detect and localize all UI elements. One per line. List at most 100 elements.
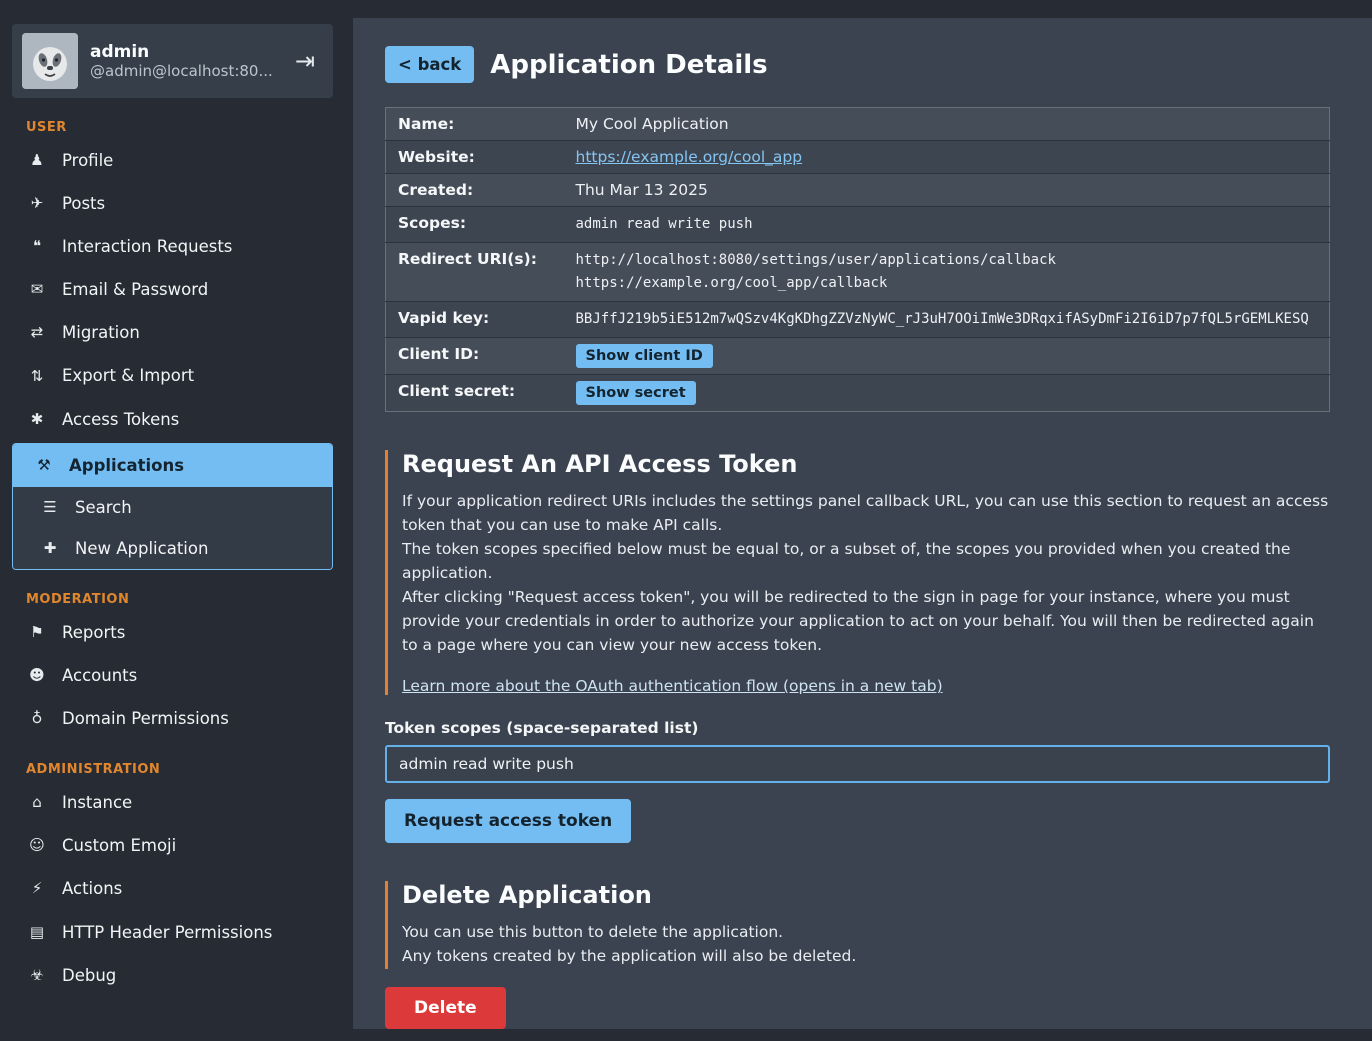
sidebar-item-label: Access Tokens: [62, 408, 179, 431]
token-section: Request An API Access Token If your appl…: [385, 450, 1330, 843]
plus-icon: ✚: [39, 538, 61, 559]
table-row: Name:My Cool Application: [386, 108, 1330, 141]
table-row-value: admin read write push: [576, 207, 1330, 243]
bug-icon: ☣: [26, 965, 48, 986]
sidebar-item-access-tokens[interactable]: ✱ Access Tokens: [0, 398, 345, 441]
request-access-token-button[interactable]: Request access token: [385, 799, 631, 843]
sidebar-item-http-header-permissions[interactable]: ▤ HTTP Header Permissions: [0, 911, 345, 954]
token-scopes-input[interactable]: [385, 745, 1330, 783]
sidebar-item-interaction-requests[interactable]: ❝ Interaction Requests: [0, 225, 345, 268]
sidebar-item-accounts[interactable]: ☻Accounts: [0, 654, 345, 697]
token-scopes-label: Token scopes (space-separated list): [385, 719, 1330, 737]
show-secret-button[interactable]: Show secret: [576, 381, 696, 405]
table-row: Scopes:admin read write push: [386, 207, 1330, 243]
table-row-value: Show secret: [576, 375, 1330, 412]
sidebar-item-debug[interactable]: ☣ Debug: [0, 954, 345, 997]
sidebar-item-label: Interaction Requests: [62, 235, 232, 258]
paragraph: After clicking "Request access token", y…: [402, 586, 1330, 658]
sidebar-subitem-search[interactable]: ☰ Search: [13, 487, 332, 528]
sidebar-item-label: Reports: [62, 621, 125, 644]
delete-button[interactable]: Delete: [385, 987, 506, 1029]
detail-mono: http://localhost:8080/settings/user/appl…: [576, 249, 1320, 272]
save-icon: ⇅: [26, 366, 48, 387]
sidebar-item-label: Migration: [62, 321, 140, 344]
sidebar-item-actions[interactable]: ⚡ Actions: [0, 867, 345, 910]
header-lines-icon: ▤: [26, 922, 48, 943]
table-row-label: Name:: [386, 108, 576, 141]
table-row: Client secret:Show secret: [386, 375, 1330, 412]
sidebar-item-instance[interactable]: ⌂ Instance: [0, 781, 345, 824]
application-details-table: Name:My Cool ApplicationWebsite:https://…: [385, 107, 1330, 412]
paper-plane-icon: ✈: [26, 193, 48, 214]
delete-section: Delete Application You can use this butt…: [385, 881, 1330, 1029]
detail-mono: https://example.org/cool_app/callback: [576, 272, 1320, 295]
sidebar-item-applications[interactable]: ⚒ Applications: [13, 444, 332, 487]
table-row: Website:https://example.org/cool_app: [386, 141, 1330, 174]
sitemap-icon: ⌂: [26, 792, 48, 813]
sidebar-item-label: Domain Permissions: [62, 707, 229, 730]
sidebar-item-export-import[interactable]: ⇅ Export & Import: [0, 354, 345, 397]
table-row-value: Show client ID: [576, 338, 1330, 375]
token-section-description: Request An API Access Token If your appl…: [385, 450, 1330, 695]
sidebar-item-posts[interactable]: ✈ Posts: [0, 182, 345, 225]
detail-link[interactable]: https://example.org/cool_app: [576, 148, 803, 166]
application-details-panel: < back Application Details Name:My Cool …: [353, 18, 1372, 1029]
table-row-label: Scopes:: [386, 207, 576, 243]
sidebar-item-label: Export & Import: [62, 364, 194, 387]
sidebar-item-label: HTTP Header Permissions: [62, 921, 272, 944]
table-row-value: Thu Mar 13 2025: [576, 174, 1330, 207]
token-section-title: Request An API Access Token: [402, 450, 1330, 478]
asterisk-icon: ✱: [26, 409, 48, 430]
sidebar-subitem-label: Search: [75, 496, 132, 519]
sidebar-item-label: Debug: [62, 964, 116, 987]
user-handle: @admin@localhost:80...: [90, 62, 283, 80]
back-button[interactable]: < back: [385, 46, 474, 83]
list-icon: ☰: [39, 497, 61, 518]
sidebar-section-label: MODERATION: [26, 592, 319, 607]
logout-icon[interactable]: ⇥: [295, 47, 323, 75]
sidebar-item-label: Custom Emoji: [62, 834, 176, 857]
details-table-body: Name:My Cool ApplicationWebsite:https://…: [386, 108, 1330, 412]
sloth-avatar-image: [22, 33, 78, 89]
sidebar-item-migration[interactable]: ⇄Migration: [0, 311, 345, 354]
sidebar-item-label: Profile: [62, 149, 113, 172]
show-client-id-button[interactable]: Show client ID: [576, 344, 713, 368]
sidebar-item-reports[interactable]: ⚑Reports: [0, 611, 345, 654]
lock-icon: ✉: [26, 279, 48, 300]
sidebar-item-label: Actions: [62, 877, 122, 900]
user-icon: ♟: [26, 150, 48, 171]
table-row-value: My Cool Application: [576, 108, 1330, 141]
sidebar-item-label: Posts: [62, 192, 105, 215]
delete-section-title: Delete Application: [402, 881, 1330, 909]
sidebar-item-custom-emoji[interactable]: ☺Custom Emoji: [0, 824, 345, 867]
sidebar-item-profile[interactable]: ♟ Profile: [0, 139, 345, 182]
users-icon: ☻: [26, 665, 48, 686]
table-row-label: Client ID:: [386, 338, 576, 375]
paragraph: The token scopes specified below must be…: [402, 538, 1330, 586]
delete-paragraphs: You can use this button to delete the ap…: [402, 921, 1330, 969]
sidebar-subitem-new-application[interactable]: ✚ New Application: [13, 528, 332, 569]
detail-text: My Cool Application: [576, 115, 729, 133]
sidebar-group-applications: ⚒ Applications ☰ Search ✚ New Application: [12, 443, 333, 570]
paragraph: Any tokens created by the application wi…: [402, 945, 1330, 969]
detail-mono: admin read write push: [576, 216, 753, 232]
tools-icon: ⚒: [33, 455, 55, 476]
bolt-icon: ⚡: [26, 878, 48, 899]
sidebar-subitem-label: New Application: [75, 537, 208, 560]
table-row-label: Vapid key:: [386, 302, 576, 338]
sidebar-sections: USER ♟ Profile ✈ Posts ❝ Interaction Requests ✉…: [0, 120, 345, 997]
table-row: Created:Thu Mar 13 2025: [386, 174, 1330, 207]
page-head: < back Application Details: [385, 46, 1330, 83]
user-meta: admin @admin@localhost:80...: [90, 42, 283, 80]
comment-icon: ❝: [26, 236, 48, 257]
oauth-docs-link[interactable]: Learn more about the OAuth authenticatio…: [402, 677, 943, 695]
user-card: admin @admin@localhost:80... ⇥: [12, 24, 333, 98]
detail-text: Thu Mar 13 2025: [576, 181, 708, 199]
sidebar-item-label: Applications: [69, 454, 184, 477]
sidebar-item-email-password[interactable]: ✉Email & Password: [0, 268, 345, 311]
sidebar-item-label: Instance: [62, 791, 132, 814]
sidebar-item-domain-permissions[interactable]: ♁Domain Permissions: [0, 697, 345, 740]
paragraph: If your application redirect URIs includ…: [402, 490, 1330, 538]
sidebar-section-label: USER: [26, 120, 319, 135]
avatar: [22, 33, 78, 89]
